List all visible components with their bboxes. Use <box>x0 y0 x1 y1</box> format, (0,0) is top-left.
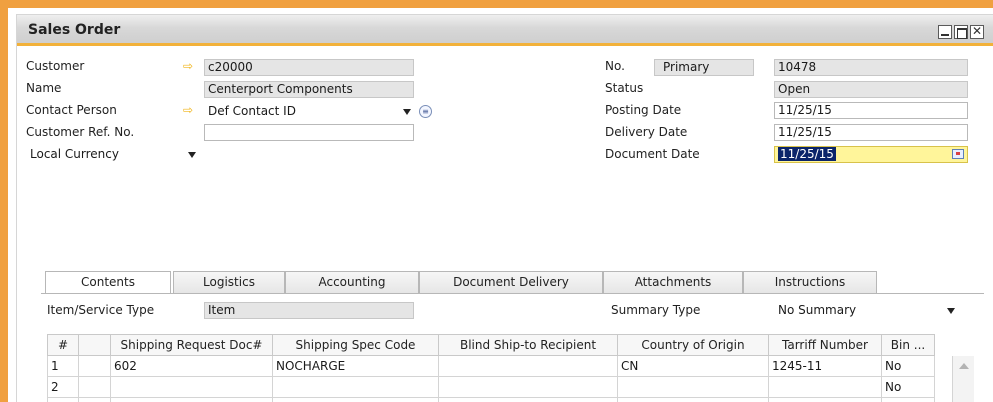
currency-value: Local Currency <box>30 147 119 161</box>
table-cell[interactable]: No <box>881 376 935 398</box>
summary-type-value: No Summary <box>778 303 857 317</box>
customer-field[interactable]: c20000 <box>204 59 414 76</box>
tab-logistics[interactable]: Logistics <box>173 271 285 293</box>
column-header[interactable]: Shipping Request Doc# <box>110 334 273 356</box>
no-label: No. <box>605 59 625 73</box>
name-label: Name <box>26 81 62 95</box>
column-header[interactable]: Blind Ship-to Recipient <box>438 334 618 356</box>
delivery-date-input[interactable]: 11/25/15 <box>774 124 968 141</box>
status-label: Status <box>605 81 644 95</box>
scroll-up-icon[interactable] <box>959 363 969 369</box>
row-number-cell[interactable]: 2 <box>47 376 79 398</box>
window-title: Sales Order <box>28 22 121 38</box>
chevron-down-icon[interactable] <box>947 308 955 314</box>
table-cell[interactable] <box>110 397 273 402</box>
table-cell[interactable]: 602 <box>110 355 273 377</box>
document-date-label: Document Date <box>605 147 700 161</box>
currency-dropdown[interactable]: Local Currency <box>26 146 201 163</box>
customer-ref-input[interactable] <box>204 124 414 141</box>
status-field[interactable]: Open <box>774 81 968 98</box>
table-cell[interactable]: No <box>881 355 935 377</box>
posting-date-input[interactable]: 11/25/15 <box>774 102 968 119</box>
column-header[interactable] <box>78 334 111 356</box>
document-date-input[interactable]: 11/25/15 <box>774 146 968 163</box>
tab-document-delivery[interactable]: Document Delivery <box>419 271 603 293</box>
maximize-button[interactable] <box>954 25 968 39</box>
tab-divider <box>41 293 984 294</box>
tab-contents[interactable]: Contents <box>45 271 171 294</box>
list-icon[interactable]: ≡ <box>419 105 432 118</box>
document-date-value: 11/25/15 <box>778 147 836 161</box>
table-cell[interactable] <box>617 397 769 402</box>
table-cell[interactable] <box>78 397 111 402</box>
column-header[interactable]: Shipping Spec Code <box>272 334 439 356</box>
contact-person-value: Def Contact ID <box>208 104 296 118</box>
column-header[interactable]: Bin ... <box>881 334 935 356</box>
delivery-date-label: Delivery Date <box>605 125 688 139</box>
summary-type-dropdown[interactable]: No Summary <box>774 302 988 319</box>
posting-date-label: Posting Date <box>605 103 682 117</box>
app-frame-top <box>0 0 993 8</box>
grid-header-row: # Shipping Request Doc# Shipping Spec Co… <box>47 334 935 356</box>
item-service-type-field[interactable]: Item <box>204 302 414 319</box>
column-header[interactable]: # <box>47 334 79 356</box>
contact-person-label: Contact Person <box>26 103 117 117</box>
chevron-down-icon[interactable] <box>188 152 196 158</box>
table-cell[interactable] <box>768 397 882 402</box>
table-row[interactable]: 1 602 NOCHARGE CN 1245-11 No <box>47 355 935 377</box>
tab-attachments[interactable]: Attachments <box>603 271 743 293</box>
calendar-icon[interactable] <box>952 149 964 159</box>
close-button[interactable]: ✕ <box>970 25 984 39</box>
table-cell[interactable] <box>438 397 618 402</box>
table-cell[interactable]: CN <box>617 355 769 377</box>
contents-grid: # Shipping Request Doc# Shipping Spec Co… <box>47 334 935 402</box>
column-header[interactable]: Tarriff Number <box>768 334 882 356</box>
window-titlebar[interactable]: Sales Order ✕ <box>17 15 993 46</box>
table-row[interactable]: 2 No <box>47 376 935 398</box>
table-cell[interactable] <box>438 376 618 398</box>
table-cell[interactable]: 1245-11 <box>768 355 882 377</box>
document-number-field[interactable]: 10478 <box>774 59 968 76</box>
table-cell[interactable] <box>881 397 935 402</box>
table-cell[interactable] <box>272 376 439 398</box>
grid-scrollbar[interactable] <box>952 356 974 402</box>
table-cell[interactable] <box>110 376 273 398</box>
app-frame-left <box>0 0 8 402</box>
table-row[interactable] <box>47 397 935 402</box>
link-arrow-icon[interactable]: ⇨ <box>183 60 200 72</box>
sales-order-window: Sales Order ✕ Customer ⇨ c20000 Name Cen… <box>16 14 993 402</box>
link-arrow-icon[interactable]: ⇨ <box>183 104 200 116</box>
table-cell[interactable] <box>78 376 111 398</box>
item-service-type-label: Item/Service Type <box>47 303 155 317</box>
tab-instructions[interactable]: Instructions <box>743 271 877 293</box>
table-cell[interactable] <box>768 376 882 398</box>
customer-ref-label: Customer Ref. No. <box>26 125 135 139</box>
row-number-cell[interactable]: 1 <box>47 355 79 377</box>
column-header[interactable]: Country of Origin <box>617 334 769 356</box>
summary-type-label: Summary Type <box>611 303 701 317</box>
table-cell[interactable] <box>272 397 439 402</box>
table-cell[interactable] <box>78 355 111 377</box>
contact-person-dropdown[interactable]: Def Contact ID <box>204 103 414 120</box>
minimize-button[interactable] <box>938 25 952 39</box>
name-field[interactable]: Centerport Components <box>204 81 414 98</box>
series-dropdown[interactable]: Primary <box>654 59 754 76</box>
table-cell[interactable]: NOCHARGE <box>272 355 439 377</box>
customer-label: Customer <box>26 59 85 73</box>
row-number-cell[interactable] <box>47 397 79 402</box>
table-cell[interactable] <box>438 355 618 377</box>
table-cell[interactable] <box>617 376 769 398</box>
chevron-down-icon[interactable] <box>403 109 411 115</box>
tab-accounting[interactable]: Accounting <box>285 271 419 293</box>
